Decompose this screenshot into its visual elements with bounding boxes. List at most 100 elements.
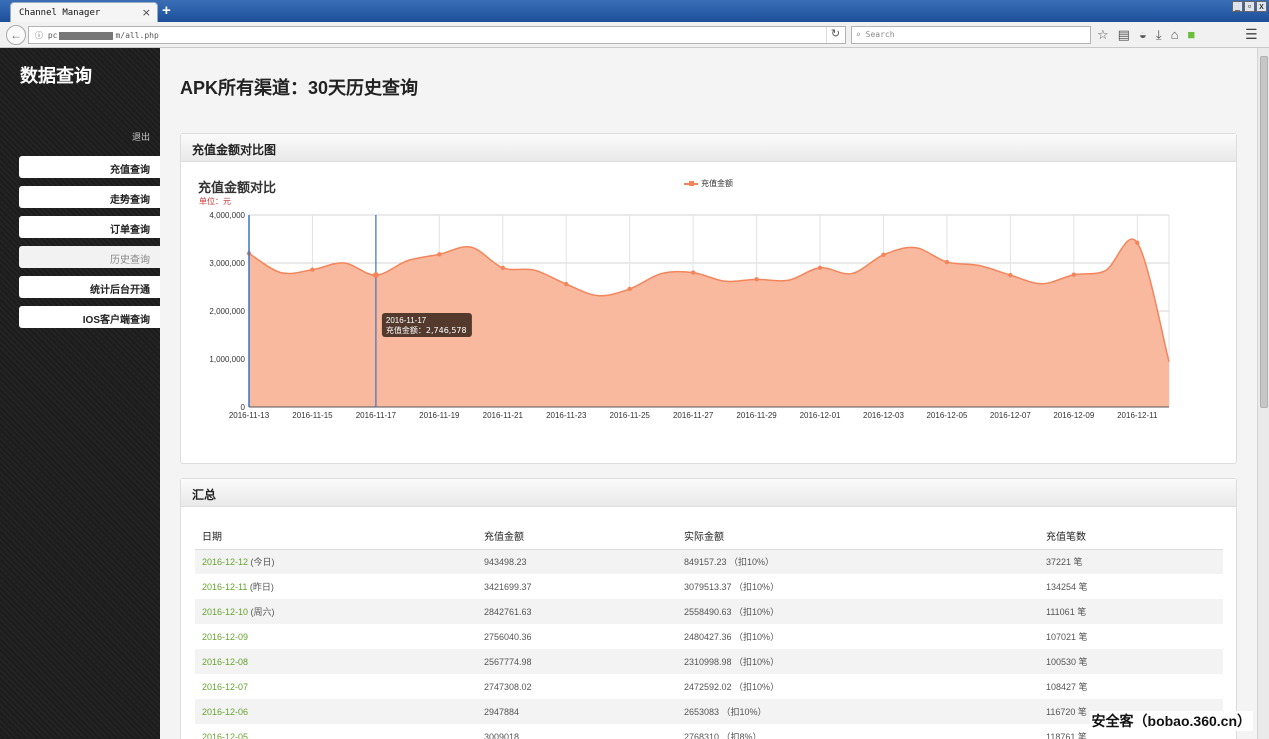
url-bar[interactable]: ⓘ pc m/all.php (28, 26, 846, 44)
cell-amount: 2567774.98 (477, 649, 677, 674)
back-arrow-icon[interactable]: ← (6, 25, 26, 45)
window-controls: _ ▫ x (1232, 1, 1267, 12)
chart-panel-heading: 充值金额对比图 (181, 134, 1236, 162)
addon-icon[interactable]: ■ (1187, 27, 1195, 43)
cell-date: 2016-12-06 (195, 699, 477, 724)
data-point (1008, 272, 1013, 278)
minimize-icon[interactable]: _ (1232, 1, 1243, 12)
sidebar-item-orders[interactable]: 订单查询 (19, 216, 160, 238)
cell-amount: 2842761.63 (477, 599, 677, 624)
cell-count: 111061 笔 (1039, 599, 1223, 624)
cell-actual: 2310998.98 （扣10%） (677, 649, 1039, 674)
sidebar-item-trend[interactable]: 走势查询 (19, 186, 160, 208)
cell-date: 2016-12-07 (195, 674, 477, 699)
scrollbar-thumb[interactable] (1260, 56, 1268, 408)
search-placeholder: Search (865, 30, 895, 39)
hamburger-menu-icon[interactable]: ☰ (1245, 26, 1258, 43)
cell-count: 100530 笔 (1039, 649, 1223, 674)
y-tick-label: 1,000,000 (209, 355, 245, 364)
tab-title: Channel Manager (19, 8, 101, 18)
area-chart[interactable]: 01,000,0002,000,0003,000,0004,000,000201… (181, 162, 1236, 462)
table-row: 2016-12-11 (昨日) 3421699.37 3079513.37 （扣10… (195, 574, 1223, 599)
x-tick-label: 2016-11-13 (229, 411, 270, 420)
hover-point (372, 272, 379, 279)
pocket-icon[interactable]: ◒ (1139, 27, 1147, 43)
date-note: (周六) (248, 607, 275, 617)
cell-date: 2016-12-11 (昨日) (195, 574, 477, 599)
table-row: 2016-12-07 2747308.02 2472592.02 （扣10%） 108… (195, 674, 1223, 699)
summary-table-body: 2016-12-12 (今日) 943498.23 849157.23 （扣10%）… (195, 549, 1223, 739)
date-link[interactable]: 2016-12-09 (202, 632, 248, 642)
logout-link[interactable]: 退出 (132, 130, 150, 143)
restore-icon[interactable]: ▫ (1244, 1, 1255, 12)
x-tick-label: 2016-12-03 (863, 411, 904, 420)
x-tick-label: 2016-12-11 (1117, 411, 1158, 420)
date-link[interactable]: 2016-12-12 (202, 557, 248, 567)
x-tick-label: 2016-11-17 (356, 411, 397, 420)
table-row: 2016-12-12 (今日) 943498.23 849157.23 （扣10%）… (195, 549, 1223, 574)
cell-actual: 2768310 （扣8%） (684, 732, 762, 739)
sidebar-item-ios-client[interactable]: IOS客户端查询 (19, 306, 160, 328)
data-point (881, 252, 886, 258)
cell-amount: 2947884 (477, 699, 677, 724)
x-tick-label: 2016-11-27 (673, 411, 714, 420)
cell-date: 2016-12-12 (今日) (195, 549, 477, 574)
data-point (690, 270, 696, 275)
cell-amount: 3421699.37 (484, 581, 532, 592)
date-link[interactable]: 2016-12-11 (202, 582, 247, 592)
browser-navbar: ← ⓘ pc m/all.php ↻ ⌕ Search ☆ ▤ ◒ ⤓ ⌂ ■ ☰ (0, 22, 1269, 48)
date-link[interactable]: 2016-12-07 (202, 682, 248, 692)
cell-actual: 2653083 （扣10%） (677, 699, 1039, 724)
info-icon[interactable]: ⓘ (35, 31, 43, 40)
new-tab-icon[interactable]: + (162, 2, 171, 19)
browser-tab[interactable]: Channel Manager × (10, 2, 158, 22)
sidebar-item-history[interactable]: 历史查询 (19, 246, 160, 268)
url-prefix: pc (47, 31, 58, 40)
tooltip-value: 充值金额：2,746,578 (386, 325, 467, 335)
sidebar: 数据查询 退出 充值查询 走势查询 订单查询 历史查询 统计后台开通 IOS客户… (0, 48, 160, 739)
data-point (944, 259, 950, 265)
search-input[interactable]: ⌕ Search (851, 26, 1091, 44)
cell-date: 2016-12-08 (195, 649, 477, 674)
home-icon[interactable]: ⌂ (1171, 27, 1179, 43)
x-tick-label: 2016-12-05 (926, 411, 967, 420)
data-point (564, 281, 569, 287)
bookmark-star-icon[interactable]: ☆ (1097, 27, 1109, 43)
y-tick-label: 2,000,000 (209, 307, 245, 316)
table-row: 2016-12-08 2567774.98 2310998.98 （扣10%） 100… (195, 649, 1223, 674)
cell-count: 134254 笔 (1046, 582, 1088, 592)
date-link[interactable]: 2016-12-10 (202, 607, 248, 617)
cell-count: 108427 笔 (1046, 682, 1088, 692)
data-point (310, 267, 315, 272)
date-link[interactable]: 2016-12-05 (202, 732, 248, 739)
date-link[interactable]: 2016-12-06 (202, 707, 248, 717)
x-tick-label: 2016-11-29 (736, 411, 777, 420)
cell-date: 2016-12-10 (周六) (195, 599, 477, 624)
cell-actual: 2472592.02 （扣10%） (684, 682, 780, 692)
sidebar-item-recharge[interactable]: 充值查询 (19, 156, 160, 178)
data-point (1071, 272, 1077, 277)
x-tick-label: 2016-11-15 (292, 411, 333, 420)
x-tick-label: 2016-12-07 (990, 411, 1031, 420)
close-window-icon[interactable]: x (1256, 1, 1267, 12)
reading-list-icon[interactable]: ▤ (1118, 27, 1130, 43)
page-scrollbar[interactable] (1257, 48, 1269, 739)
date-note: (昨日) (247, 582, 274, 592)
date-link[interactable]: 2016-12-08 (202, 657, 248, 667)
reload-icon[interactable]: ↻ (826, 27, 844, 43)
data-point (437, 252, 442, 257)
data-point (1135, 240, 1140, 245)
sidebar-item-stats-admin[interactable]: 统计后台开通 (19, 276, 160, 298)
tab-close-icon[interactable]: × (142, 6, 151, 19)
tooltip-date: 2016-11-17 (386, 316, 427, 325)
x-tick-label: 2016-12-01 (800, 411, 841, 420)
cell-actual: 2480427.36 （扣10%） (684, 632, 780, 642)
cell-actual: 849157.23 （扣10%） (677, 549, 1039, 574)
table-row: 2016-12-10 (周六) 2842761.63 2558490.63 （扣10… (195, 599, 1223, 624)
watermark: 安全客（bobao.360.cn） (1089, 711, 1253, 731)
download-icon[interactable]: ⤓ (1156, 27, 1162, 43)
col-date: 日期 (195, 523, 477, 550)
browser-titlebar: Channel Manager × + _ ▫ x (0, 0, 1269, 22)
col-amount: 充值金额 (477, 523, 677, 550)
cell-actual: 3079513.37 （扣10%） (684, 582, 780, 592)
